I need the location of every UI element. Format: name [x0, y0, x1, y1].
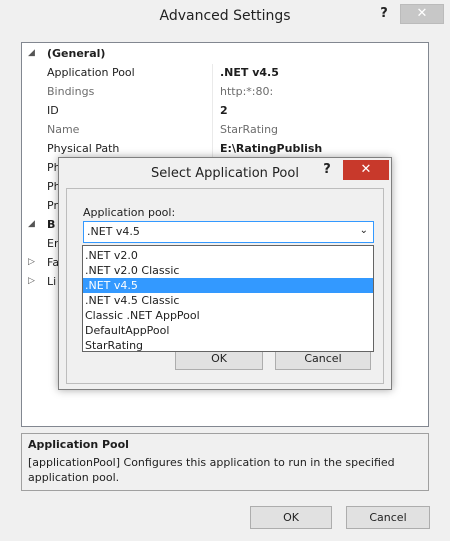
title-bar: Advanced Settings ? ✕ [0, 0, 450, 34]
dialog-title-bar: Select Application Pool ? ✕ [59, 158, 391, 188]
app-pool-option[interactable]: .NET v4.5 Classic [83, 293, 373, 308]
close-button[interactable]: ✕ [400, 4, 444, 24]
app-pool-label: Application pool: [83, 206, 176, 219]
app-pool-option[interactable]: DefaultAppPool [83, 323, 373, 338]
property-row[interactable]: Name StarRating [22, 121, 428, 140]
description-heading: Application Pool [28, 438, 129, 451]
ok-button[interactable]: OK [250, 506, 332, 529]
property-row[interactable]: Bindings http:*:80: [22, 83, 428, 102]
app-pool-option[interactable]: .NET v4.5 [83, 278, 373, 293]
expand-toggle-icon[interactable]: ◢ [28, 48, 40, 58]
property-value[interactable]: http:*:80: [220, 85, 273, 98]
chevron-down-icon[interactable]: ⌄ [360, 225, 368, 236]
property-name: Name [47, 123, 80, 136]
dialog-close-button[interactable]: ✕ [343, 160, 389, 180]
property-name: Physical Path [47, 142, 120, 155]
property-name: Er [47, 237, 59, 250]
property-name: Bindings [47, 85, 95, 98]
select-app-pool-dialog: Select Application Pool ? ✕ Application … [58, 157, 392, 390]
property-value[interactable]: E:\RatingPublish [220, 142, 322, 155]
app-pool-dropdown[interactable]: .NET v4.5 ⌄ [83, 221, 374, 243]
column-divider [212, 83, 213, 102]
property-value[interactable]: StarRating [220, 123, 278, 136]
dialog-help-icon[interactable]: ? [314, 160, 340, 180]
app-pool-option[interactable]: Classic .NET AppPool [83, 308, 373, 323]
property-name: Application Pool [47, 66, 135, 79]
cancel-button[interactable]: Cancel [346, 506, 430, 529]
app-pool-option[interactable]: StarRating [83, 338, 373, 353]
property-name: (General) [47, 47, 106, 60]
property-value[interactable]: 2 [220, 104, 228, 117]
column-divider [212, 64, 213, 83]
help-icon[interactable]: ? [371, 4, 397, 24]
expand-toggle-icon[interactable]: ◢ [28, 219, 40, 229]
property-row[interactable]: Application Pool .NET v4.5 [22, 64, 428, 83]
description-text: [applicationPool] Configures this applic… [28, 456, 395, 484]
property-name: ID [47, 104, 59, 117]
app-pool-option[interactable]: .NET v2.0 [83, 248, 373, 263]
property-name: Pr [47, 199, 58, 212]
column-divider [212, 102, 213, 121]
expand-toggle-icon[interactable]: ▷ [28, 257, 40, 267]
column-divider [212, 121, 213, 140]
property-value[interactable]: .NET v4.5 [220, 66, 279, 79]
property-row[interactable]: ◢ (General) [22, 45, 428, 64]
property-row[interactable]: ID 2 [22, 102, 428, 121]
property-name: Li [47, 275, 57, 288]
dialog-title: Select Application Pool [151, 166, 299, 181]
app-pool-option[interactable]: .NET v2.0 Classic [83, 263, 373, 278]
property-name: B [47, 218, 56, 231]
description-panel: Application Pool [applicationPool] Confi… [21, 433, 429, 491]
expand-toggle-icon[interactable]: ▷ [28, 276, 40, 286]
app-pool-dropdown-value: .NET v4.5 [87, 225, 140, 238]
app-pool-dropdown-list[interactable]: .NET v2.0 .NET v2.0 Classic .NET v4.5 .NET … [82, 245, 374, 352]
